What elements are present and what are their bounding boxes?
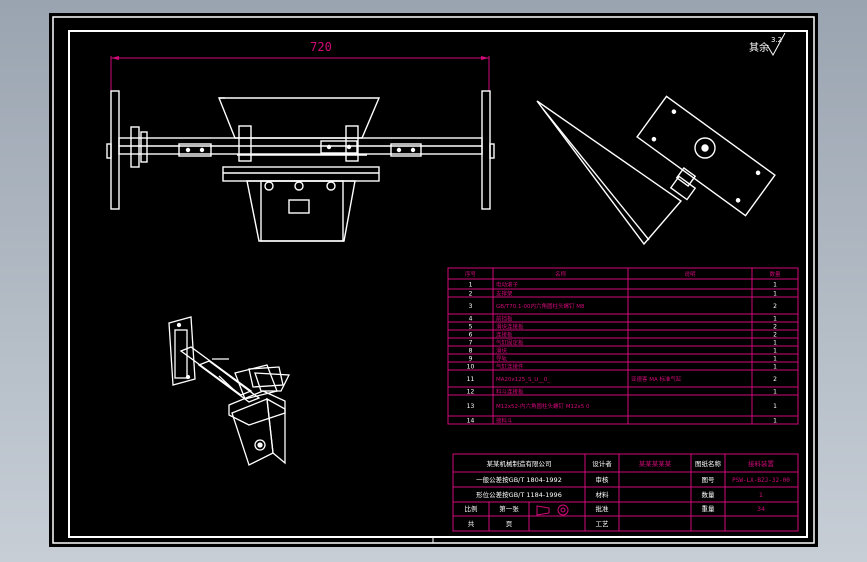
sheet-label: 第一张 bbox=[499, 504, 519, 513]
title-block: 某某机械制造有限公司 一般公差按GB/T 1804-1992 形位公差按GB/T… bbox=[452, 453, 799, 532]
designed-label: 设计者 bbox=[592, 459, 612, 468]
parts-row-14-qty: 1 bbox=[773, 418, 777, 425]
parts-list-header-1: 名称 bbox=[555, 270, 567, 278]
parts-row-4-name: 前挡板 bbox=[496, 315, 513, 323]
quantity-label: 数量 bbox=[702, 490, 716, 499]
approved-label: 批准 bbox=[596, 504, 610, 513]
projection-symbol bbox=[536, 504, 569, 516]
material-label: 材料 bbox=[596, 490, 610, 499]
parts-row-11-note: 亚德客 MA 标准气缸 bbox=[631, 375, 682, 383]
side-view bbox=[536, 95, 776, 246]
dimension-720: 720 bbox=[110, 40, 490, 91]
parts-list-header-3: 数量 bbox=[769, 270, 781, 278]
parts-row-2-qty: 1 bbox=[773, 291, 777, 298]
parts-row-7-name: 气缸固定板 bbox=[496, 339, 524, 347]
weight-label: 重量 bbox=[702, 505, 716, 513]
parts-row-5-number: 5 bbox=[469, 324, 473, 331]
parts-row-11-name: MA20x125_S_U__0_ bbox=[496, 377, 550, 383]
drawing-number: PSW-LX-BZJ-32-00 bbox=[732, 477, 790, 484]
front-view bbox=[106, 90, 495, 242]
parts-row-1-name: 电动滚子 bbox=[496, 281, 519, 289]
parts-row-1-qty: 1 bbox=[773, 282, 777, 289]
parts-row-9-qty: 1 bbox=[773, 356, 777, 363]
parts-row-8-number: 8 bbox=[469, 348, 473, 355]
checked-label: 审核 bbox=[596, 475, 610, 484]
drawing-title: 接料装置 bbox=[748, 459, 775, 468]
parts-row-13-name: M12x52-内六角圆柱头螺钉 M12x5 0 bbox=[496, 402, 590, 410]
parts-row-5-name: 滑块连接板 bbox=[496, 323, 524, 331]
tolerance-note-1: 一般公差按GB/T 1804-1992 bbox=[476, 475, 562, 484]
parts-row-3-qty: 2 bbox=[773, 303, 777, 310]
roughness-symbol: 其余 3.2 bbox=[749, 32, 786, 57]
page-label: 页 bbox=[506, 520, 513, 528]
parts-row-5-qty: 2 bbox=[773, 324, 777, 331]
parts-row-10-name: 气缸连接件 bbox=[496, 363, 524, 371]
parts-row-12-name: 料斗连接板 bbox=[496, 388, 524, 396]
parts-row-11-number: 11 bbox=[467, 376, 475, 383]
parts-row-11-qty: 2 bbox=[773, 376, 777, 383]
parts-row-13-qty: 1 bbox=[773, 403, 777, 410]
process-label: 工艺 bbox=[596, 520, 610, 528]
parts-row-8-name: 滑块 bbox=[496, 347, 508, 355]
parts-row-6-number: 6 bbox=[469, 332, 473, 339]
parts-row-10-number: 10 bbox=[467, 364, 475, 371]
drawing-title-label: 图纸名称 bbox=[695, 459, 722, 468]
parts-list-header-0: 序号 bbox=[465, 270, 477, 278]
parts-list-header-2: 说明 bbox=[684, 270, 696, 278]
parts-list-table: 序号 名称 说明 数量1 电动滚子 12 支撑架 13 GB/T70.1-00内六角圆柱头螺钉 … bbox=[447, 267, 799, 425]
parts-row-3-number: 3 bbox=[469, 303, 473, 310]
parts-row-2-number: 2 bbox=[469, 291, 473, 298]
parts-row-12-number: 12 bbox=[467, 389, 475, 396]
parts-row-8-qty: 1 bbox=[773, 348, 777, 355]
cad-drawing: 其余 3.2 720 序号 名称 说明 数量1 电动滚子 12 支撑架 13 G… bbox=[52, 16, 815, 544]
parts-row-12-qty: 1 bbox=[773, 389, 777, 396]
isometric-view bbox=[168, 316, 291, 466]
tolerance-note-2: 形位公差按GB/T 1184-1996 bbox=[476, 490, 562, 499]
parts-row-7-number: 7 bbox=[469, 340, 473, 347]
designer-name: 某某某某某 bbox=[639, 460, 672, 468]
parts-row-9-number: 9 bbox=[469, 356, 473, 363]
parts-row-14-number: 14 bbox=[467, 418, 475, 425]
company-name: 某某机械制造有限公司 bbox=[487, 459, 552, 468]
drawing-sheet: 其余 3.2 720 序号 名称 说明 数量 1 电动滚子 1 2 支撑架 1 … bbox=[49, 13, 818, 547]
roughness-value: 3.2 bbox=[771, 36, 782, 44]
roughness-label: 其余 bbox=[749, 41, 769, 54]
parts-row-14-name: 接料斗 bbox=[496, 417, 513, 425]
weight-value: 34 bbox=[757, 505, 765, 513]
parts-row-2-name: 支撑架 bbox=[496, 290, 513, 298]
sheet-total-label: 共 bbox=[468, 519, 475, 528]
parts-row-13-number: 13 bbox=[467, 403, 475, 410]
parts-row-3-name: GB/T70.1-00内六角圆柱头螺钉 M8 bbox=[496, 302, 585, 310]
parts-row-9-name: 导轨 bbox=[496, 355, 508, 363]
parts-row-10-qty: 1 bbox=[773, 364, 777, 371]
parts-row-4-number: 4 bbox=[469, 316, 473, 323]
parts-row-4-qty: 1 bbox=[773, 316, 777, 323]
quantity-value: 1 bbox=[759, 491, 763, 499]
parts-row-7-qty: 1 bbox=[773, 340, 777, 347]
scale-label: 比例 bbox=[465, 504, 478, 513]
parts-row-1-number: 1 bbox=[469, 282, 473, 289]
number-label: 图号 bbox=[702, 476, 716, 484]
parts-row-6-qty: 2 bbox=[773, 332, 777, 339]
dimension-text: 720 bbox=[310, 40, 332, 54]
parts-row-6-name: 连接板 bbox=[496, 331, 513, 339]
